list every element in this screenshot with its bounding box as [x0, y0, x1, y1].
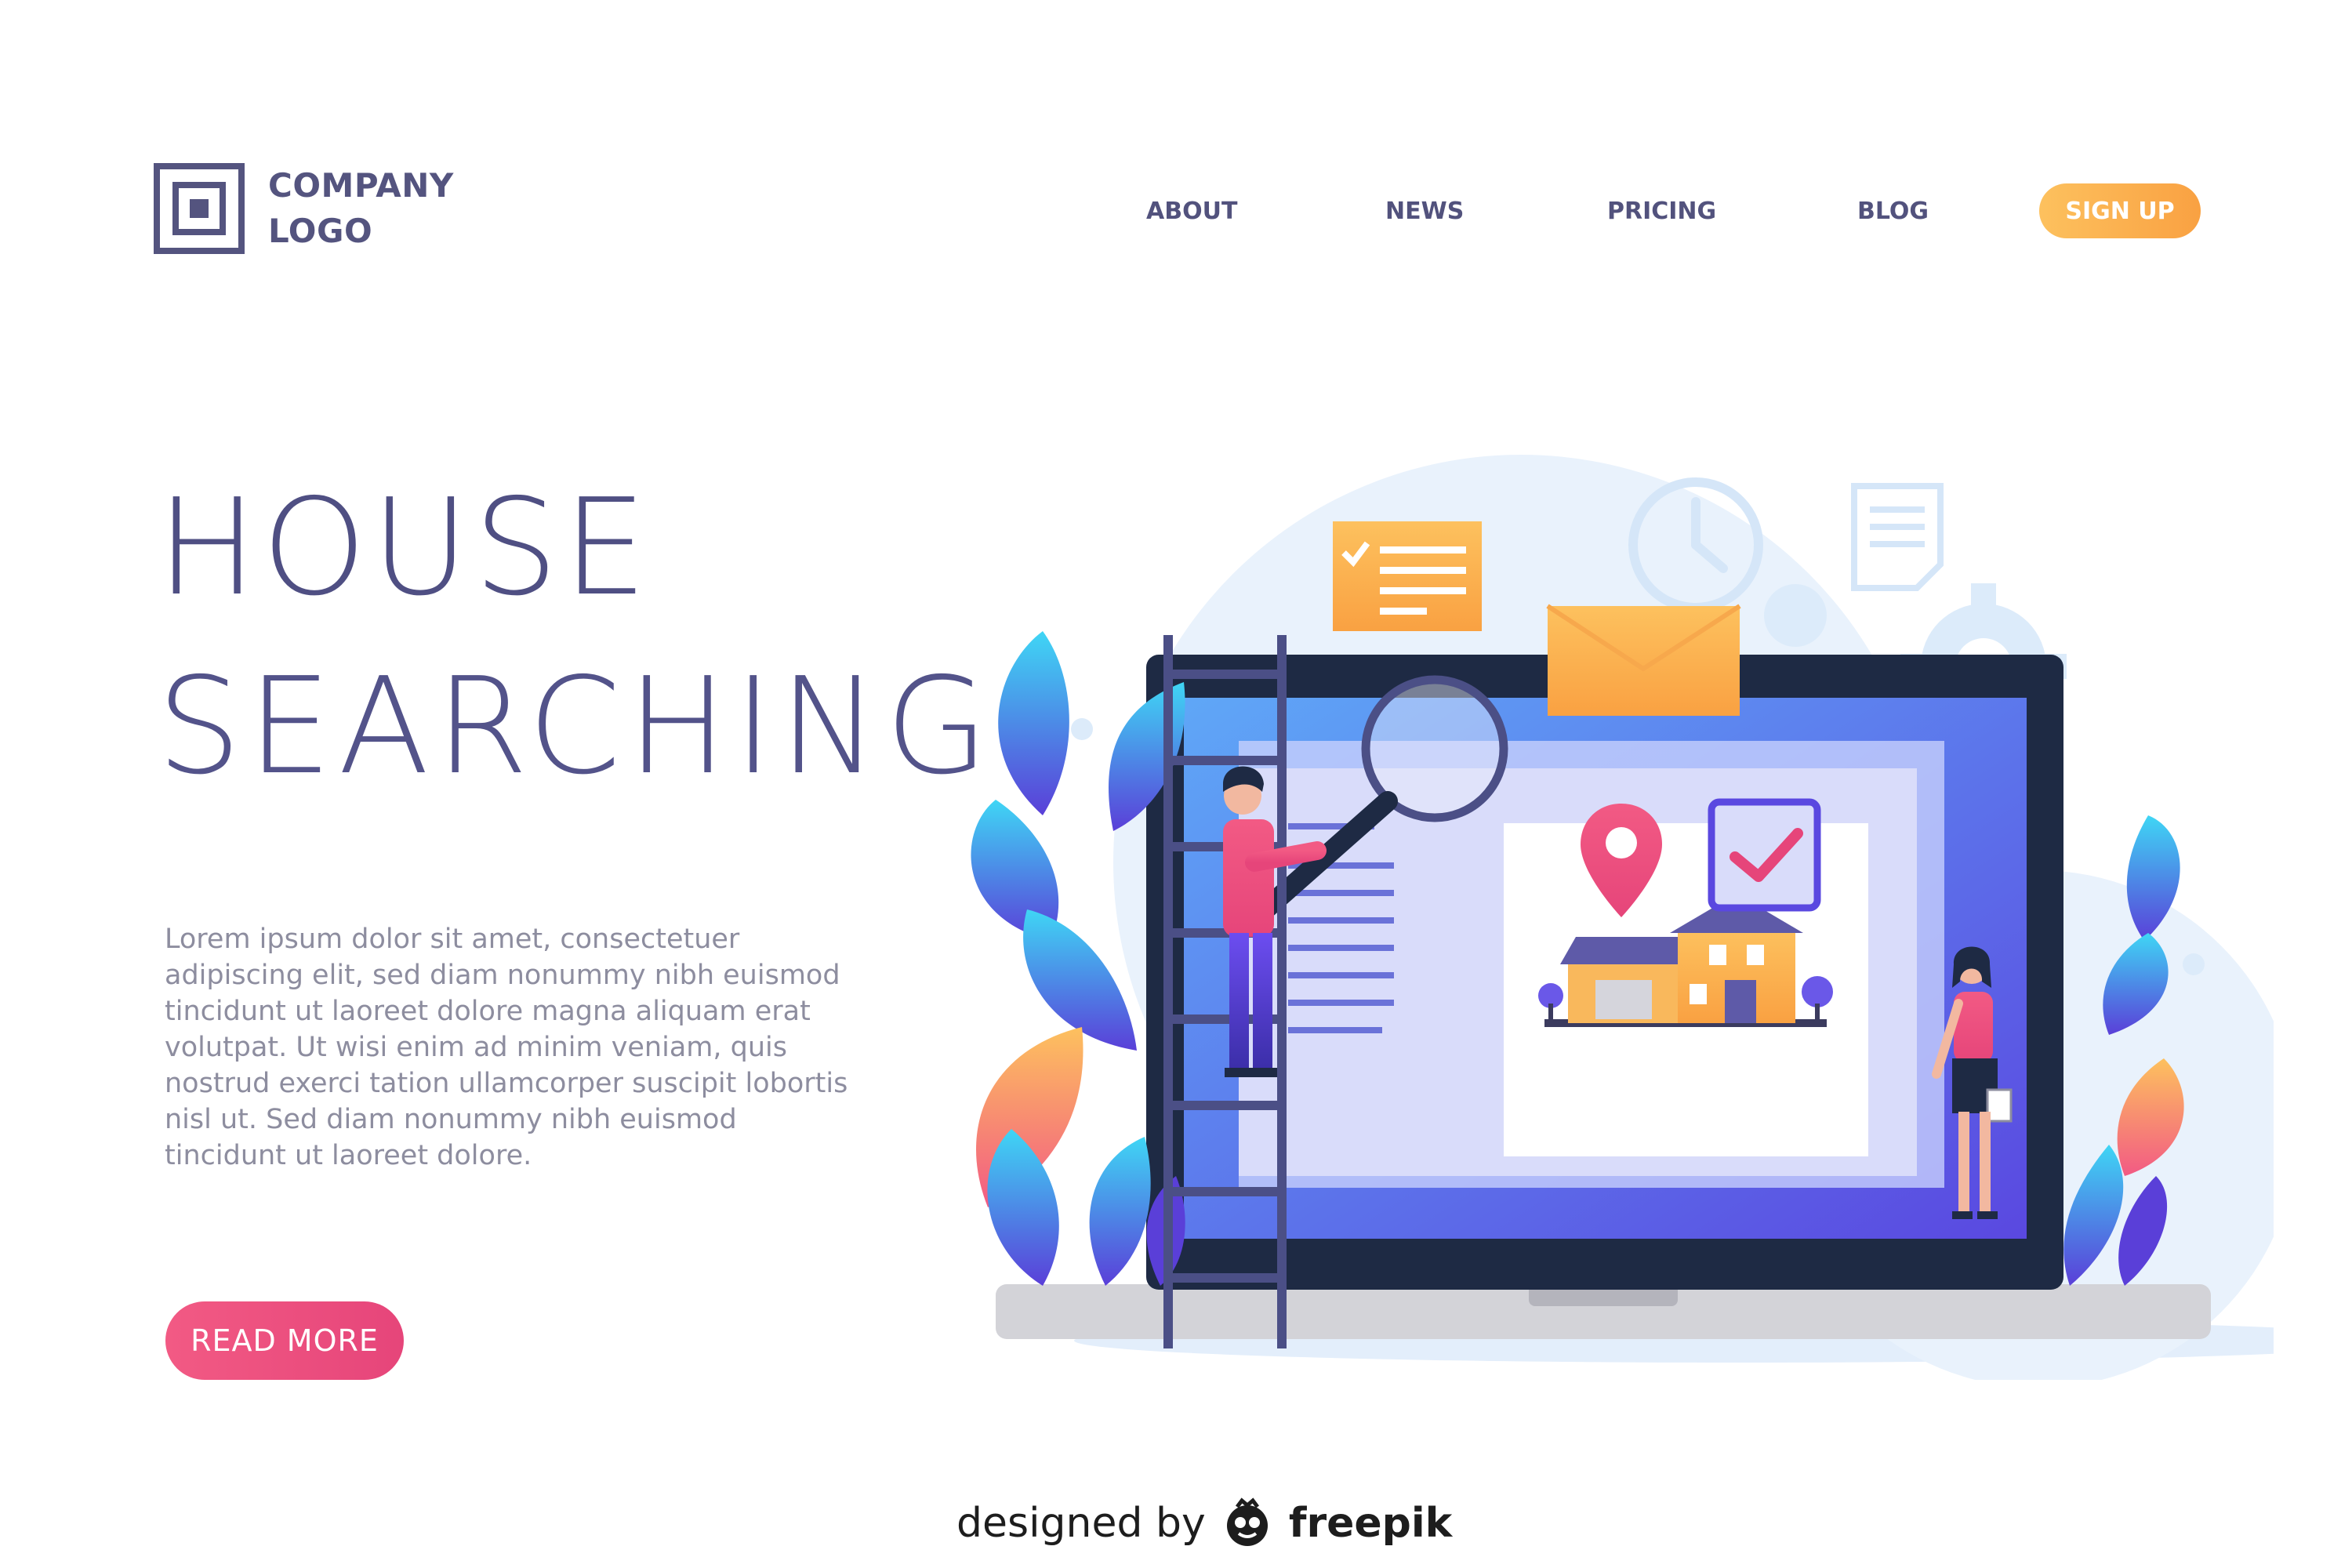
nav-news[interactable]: NEWS — [1385, 198, 1464, 225]
house-search-illustration — [925, 423, 2352, 1388]
signup-button[interactable]: SIGN UP — [2039, 183, 2201, 238]
background-blob — [1764, 584, 1827, 647]
nav-pricing[interactable]: PRICING — [1607, 198, 1716, 225]
hero-title-line-2: SEARCHING — [157, 649, 995, 804]
credit-prefix: designed by — [956, 1500, 1206, 1547]
checkbox-icon — [1708, 798, 1821, 912]
envelope-icon — [1546, 604, 1741, 716]
checklist-icon — [1333, 521, 1482, 631]
document-icon — [1851, 483, 1944, 591]
footer-credit[interactable]: designed by freepik — [956, 1496, 1452, 1551]
freepik-logo-icon — [1220, 1496, 1275, 1551]
background-blob — [2183, 953, 2205, 975]
read-more-button[interactable]: READ MORE — [165, 1301, 404, 1380]
hero-title-line-1: HOUSE — [157, 470, 652, 626]
nav-about[interactable]: ABOUT — [1146, 198, 1237, 225]
background-blob — [1071, 718, 1093, 740]
hero-description: Lorem ipsum dolor sit amet, consectetuer… — [165, 924, 848, 1171]
main-nav: ABOUT NEWS PRICING BLOG SIGN UP — [0, 179, 2352, 245]
credit-brand: freepik — [1288, 1500, 1453, 1547]
nav-blog[interactable]: BLOG — [1857, 198, 1929, 225]
